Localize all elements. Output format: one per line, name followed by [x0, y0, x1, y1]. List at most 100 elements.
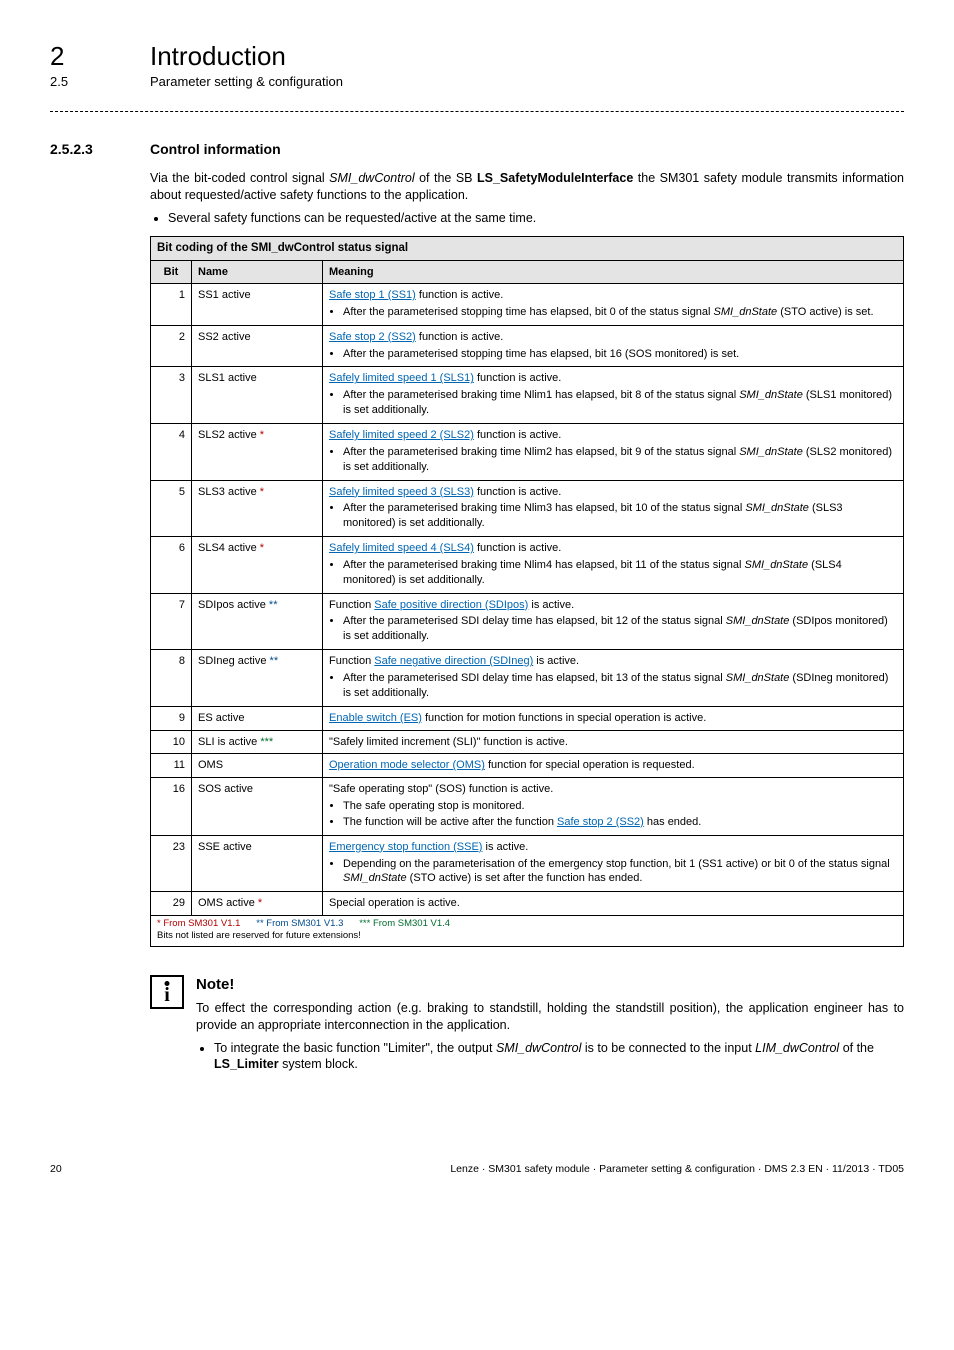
chapter-number: 2: [50, 40, 150, 74]
chapter-title: Introduction: [150, 40, 286, 74]
subsection-title: Control information: [150, 140, 281, 158]
footnote-reserved: Bits not listed are reserved for future …: [157, 930, 361, 941]
doc-link[interactable]: Operation mode selector (OMS): [329, 759, 485, 771]
doc-link[interactable]: Safe stop 1 (SS1): [329, 289, 416, 301]
cell-bit: 29: [151, 892, 192, 916]
doc-link[interactable]: Safe positive direction (SDIpos): [374, 599, 528, 611]
doc-link[interactable]: Safe stop 2 (SS2): [557, 816, 644, 828]
table-row: 5SLS3 active *Safely limited speed 3 (SL…: [151, 480, 904, 537]
cell-name: SOS active: [192, 778, 323, 836]
info-icon: i: [150, 975, 184, 1009]
cell-bit: 10: [151, 730, 192, 754]
cell-bullet: After the parameterised braking time Nli…: [343, 388, 897, 418]
cell-name: SLI is active ***: [192, 730, 323, 754]
cell-meaning: Safely limited speed 2 (SLS2) function i…: [323, 424, 904, 481]
cell-bullets: After the parameterised stopping time ha…: [343, 347, 897, 362]
footer-text: Lenze · SM301 safety module · Parameter …: [450, 1163, 904, 1177]
cell-bullets: After the parameterised braking time Nli…: [343, 388, 897, 418]
table-row: 9ES activeEnable switch (ES) function fo…: [151, 706, 904, 730]
cell-bullet: After the parameterised SDI delay time h…: [343, 614, 897, 644]
cell-bullet: Depending on the parameterisation of the…: [343, 857, 897, 887]
cell-name: SS1 active: [192, 284, 323, 326]
cell-name: SDIpos active **: [192, 593, 323, 650]
cell-bit: 5: [151, 480, 192, 537]
cell-bit: 3: [151, 367, 192, 424]
cell-name: SDIneg active **: [192, 650, 323, 707]
cell-meaning: Special operation is active.: [323, 892, 904, 916]
doc-link[interactable]: Safely limited speed 4 (SLS4): [329, 542, 474, 554]
intro-paragraph: Via the bit-coded control signal SMI_dwC…: [150, 170, 904, 204]
cell-bullet: After the parameterised braking time Nli…: [343, 445, 897, 475]
doc-link[interactable]: Safe stop 2 (SS2): [329, 331, 416, 343]
footnote-3: *** From SM301 V1.4: [359, 918, 450, 929]
cell-meaning: Safely limited speed 4 (SLS4) function i…: [323, 537, 904, 594]
cell-bullet: The safe operating stop is monitored.: [343, 799, 897, 814]
cell-bit: 8: [151, 650, 192, 707]
cell-bit: 9: [151, 706, 192, 730]
cell-meaning: Emergency stop function (SSE) is active.…: [323, 835, 904, 892]
intro-bullets: Several safety functions can be requeste…: [168, 210, 904, 226]
note-paragraph: To effect the corresponding action (e.g.…: [196, 1000, 904, 1034]
intro-bullet: Several safety functions can be requeste…: [168, 210, 904, 226]
section-title: Parameter setting & configuration: [150, 74, 343, 91]
doc-link[interactable]: Safely limited speed 3 (SLS3): [329, 486, 474, 498]
cell-meaning: Operation mode selector (OMS) function f…: [323, 754, 904, 778]
note-bullet: To integrate the basic function "Limiter…: [214, 1040, 904, 1073]
table-row: 29OMS active *Special operation is activ…: [151, 892, 904, 916]
th-name: Name: [192, 260, 323, 283]
cell-bit: 4: [151, 424, 192, 481]
doc-link[interactable]: Safely limited speed 2 (SLS2): [329, 429, 474, 441]
footnote-2: ** From SM301 V1.3: [256, 918, 343, 929]
cell-bullets: The safe operating stop is monitored.The…: [343, 799, 897, 830]
table-row: 8SDIneg active **Function Safe negative …: [151, 650, 904, 707]
divider: [50, 111, 904, 112]
cell-bullets: After the parameterised SDI delay time h…: [343, 671, 897, 701]
cell-bullets: After the parameterised SDI delay time h…: [343, 614, 897, 644]
cell-name: SLS2 active *: [192, 424, 323, 481]
cell-meaning: Function Safe negative direction (SDIneg…: [323, 650, 904, 707]
table-footnotes: * From SM301 V1.1 ** From SM301 V1.3 ***…: [150, 916, 904, 947]
doc-link[interactable]: Enable switch (ES): [329, 712, 422, 724]
cell-meaning: Enable switch (ES) function for motion f…: [323, 706, 904, 730]
cell-bullet: After the parameterised SDI delay time h…: [343, 671, 897, 701]
note-bullets: To integrate the basic function "Limiter…: [214, 1040, 904, 1073]
cell-bullets: After the parameterised braking time Nli…: [343, 501, 897, 531]
cell-name: ES active: [192, 706, 323, 730]
cell-bit: 23: [151, 835, 192, 892]
table-row: 4SLS2 active *Safely limited speed 2 (SL…: [151, 424, 904, 481]
cell-meaning: "Safe operating stop" (SOS) function is …: [323, 778, 904, 836]
cell-meaning: Safely limited speed 3 (SLS3) function i…: [323, 480, 904, 537]
table-row: 1SS1 activeSafe stop 1 (SS1) function is…: [151, 284, 904, 326]
table-row: 11OMSOperation mode selector (OMS) funct…: [151, 754, 904, 778]
cell-meaning: Function Safe positive direction (SDIpos…: [323, 593, 904, 650]
cell-bit: 1: [151, 284, 192, 326]
cell-bit: 16: [151, 778, 192, 836]
cell-bit: 7: [151, 593, 192, 650]
cell-name: SS2 active: [192, 325, 323, 367]
cell-name: SLS1 active: [192, 367, 323, 424]
doc-link[interactable]: Emergency stop function (SSE): [329, 841, 482, 853]
th-meaning: Meaning: [323, 260, 904, 283]
table-row: 3SLS1 active Safely limited speed 1 (SLS1…: [151, 367, 904, 424]
cell-meaning: Safe stop 1 (SS1) function is active.Aft…: [323, 284, 904, 326]
cell-bullets: After the parameterised braking time Nli…: [343, 445, 897, 475]
cell-name: SLS4 active *: [192, 537, 323, 594]
cell-bullet: After the parameterised braking time Nli…: [343, 558, 897, 588]
table-row: 16SOS active"Safe operating stop" (SOS) …: [151, 778, 904, 836]
cell-meaning: "Safely limited increment (SLI)" functio…: [323, 730, 904, 754]
cell-meaning: Safe stop 2 (SS2) function is active.Aft…: [323, 325, 904, 367]
table-caption: Bit coding of the SMI_dwControl status s…: [150, 236, 904, 260]
cell-name: SLS3 active *: [192, 480, 323, 537]
page-header: 2 Introduction 2.5 Parameter setting & c…: [50, 40, 904, 91]
table-row: 23SSE activeEmergency stop function (SSE…: [151, 835, 904, 892]
cell-bit: 6: [151, 537, 192, 594]
cell-bullet: The function will be active after the fu…: [343, 815, 897, 830]
table-row: 6SLS4 active *Safely limited speed 4 (SL…: [151, 537, 904, 594]
doc-link[interactable]: Safely limited speed 1 (SLS1): [329, 372, 474, 384]
note-title: Note!: [196, 975, 904, 995]
cell-bullet: After the parameterised braking time Nli…: [343, 501, 897, 531]
bitcoding-table: Bit coding of the SMI_dwControl status s…: [150, 236, 904, 916]
doc-link[interactable]: Safe negative direction (SDIneg): [374, 655, 533, 667]
cell-bullets: After the parameterised braking time Nli…: [343, 558, 897, 588]
cell-name: OMS: [192, 754, 323, 778]
